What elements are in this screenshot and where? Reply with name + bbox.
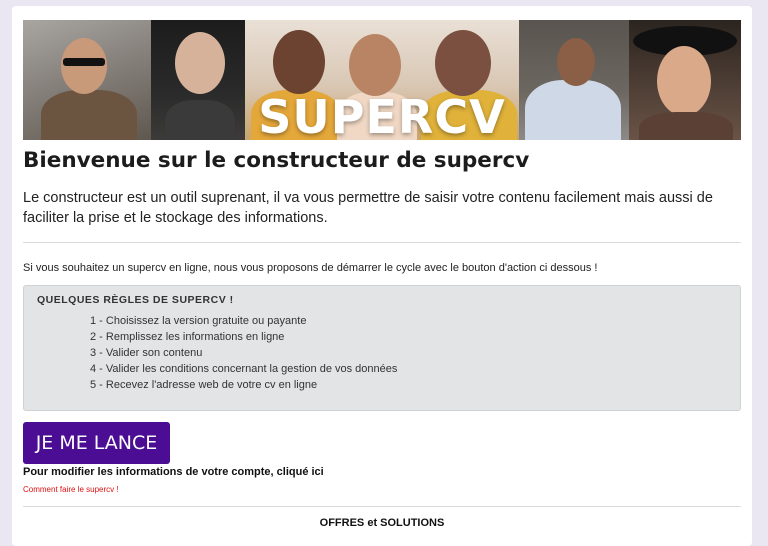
hero-banner: SUPERCV [23,20,741,140]
rule-item: 1 - Choisissez la version gratuite ou pa… [90,315,307,327]
rules-box: QUELQUES RÈGLES DE SUPERCV ! 1 - Choisis… [23,285,741,411]
rule-item: 4 - Valider les conditions concernant la… [90,363,398,375]
banner-title: SUPERCV [258,90,506,140]
rule-item: 3 - Valider son contenu [90,347,203,359]
account-edit-link[interactable]: Pour modifier les informations de votre … [23,466,324,478]
rule-item: 5 - Recevez l'adresse web de votre cv en… [90,379,318,391]
intro-text: Le constructeur est un outil suprenant, … [23,190,713,226]
rules-title: QUELQUES RÈGLES DE SUPERCV ! [37,294,234,306]
lead-text: Si vous souhaitez un supercv en ligne, n… [23,262,598,274]
divider [23,506,741,507]
main-card: SUPERCV Bienvenue sur le constructeur de… [12,6,752,546]
start-button[interactable]: JE ME LANCE [23,422,170,464]
rules-list: 1 - Choisissez la version gratuite ou pa… [90,313,397,393]
page-title: Bienvenue sur le constructeur de supercv [23,148,530,173]
rule-item: 2 - Remplissez les informations en ligne [90,331,285,343]
divider [23,242,741,243]
offers-title: OFFRES et SOLUTIONS [319,517,445,529]
howto-link[interactable]: Comment faire le supercv ! [23,485,119,494]
